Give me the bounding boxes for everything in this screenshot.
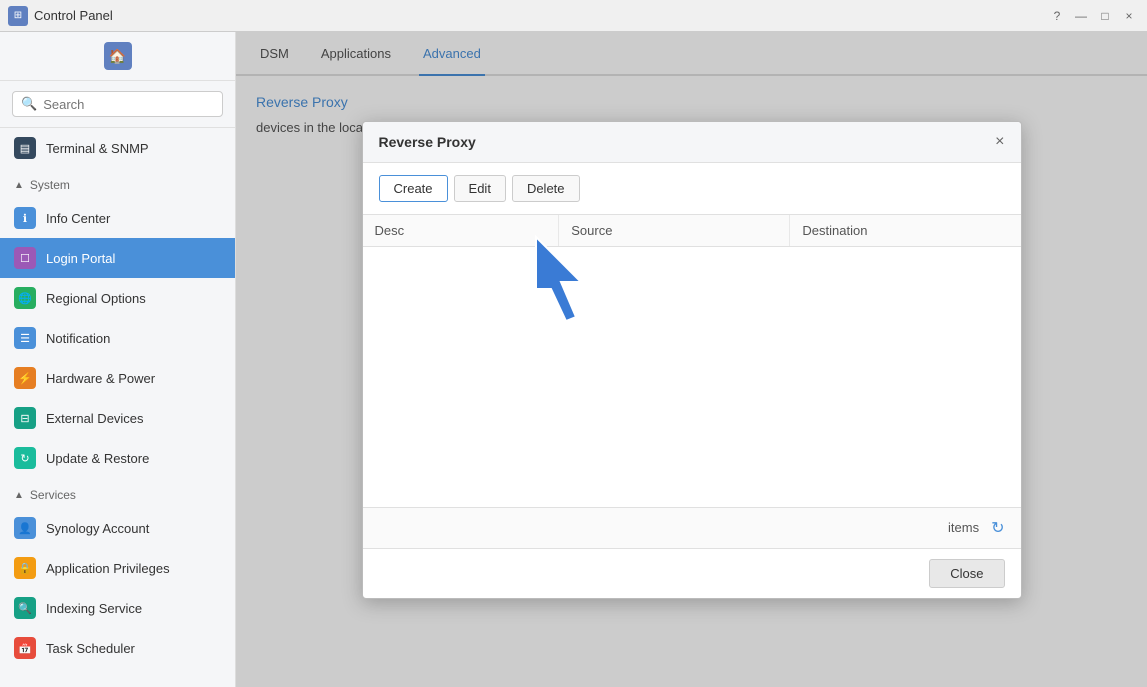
task-scheduler-icon: 📅: [14, 637, 36, 659]
sidebar-item-login-portal[interactable]: ☐ Login Portal: [0, 238, 235, 278]
task-scheduler-label: Task Scheduler: [46, 641, 135, 656]
titlebar-controls: ? — □ ×: [1047, 6, 1139, 26]
indexing-service-label: Indexing Service: [46, 601, 142, 616]
section-system[interactable]: ▲ System: [0, 168, 235, 198]
regional-options-label: Regional Options: [46, 291, 146, 306]
sidebar: 🏠 🔍 ▤ Terminal & SNMP ▲ System ℹ Info Ce…: [0, 32, 236, 687]
sidebar-item-notification[interactable]: ☰ Notification: [0, 318, 235, 358]
search-input[interactable]: [43, 97, 214, 112]
col-header-desc: Desc: [363, 215, 560, 246]
main-content: DSM Applications Advanced Reverse Proxy …: [236, 32, 1147, 687]
update-restore-label: Update & Restore: [46, 451, 149, 466]
modal-action-bar: Close: [363, 548, 1021, 598]
col-header-source: Source: [559, 215, 790, 246]
modal-footer: items ↻: [363, 507, 1021, 548]
login-portal-icon: ☐: [14, 247, 36, 269]
minimize-button[interactable]: —: [1071, 6, 1091, 26]
app-privileges-label: Application Privileges: [46, 561, 170, 576]
sidebar-item-application-privileges[interactable]: 🔒 Application Privileges: [0, 548, 235, 588]
titlebar-title: Control Panel: [34, 8, 113, 23]
app-container: 🏠 🔍 ▤ Terminal & SNMP ▲ System ℹ Info Ce…: [0, 32, 1147, 687]
hardware-power-label: Hardware & Power: [46, 371, 155, 386]
titlebar-left: ⊞ Control Panel: [8, 6, 113, 26]
table-header: Desc Source Destination: [363, 215, 1021, 247]
external-devices-icon: ⊟: [14, 407, 36, 429]
login-portal-label: Login Portal: [46, 251, 115, 266]
modal-title: Reverse Proxy: [379, 134, 476, 150]
app-privileges-icon: 🔒: [14, 557, 36, 579]
notification-label: Notification: [46, 331, 110, 346]
section-system-label: System: [30, 178, 70, 192]
regional-options-icon: 🌐: [14, 287, 36, 309]
update-restore-icon: ↻: [14, 447, 36, 469]
section-services[interactable]: ▲ Services: [0, 478, 235, 508]
search-icon: 🔍: [21, 96, 37, 112]
close-window-button[interactable]: ×: [1119, 6, 1139, 26]
notification-icon: ☰: [14, 327, 36, 349]
sidebar-search: 🔍: [0, 81, 235, 128]
sidebar-item-update-restore[interactable]: ↻ Update & Restore: [0, 438, 235, 478]
modal-table: Desc Source Destination: [363, 215, 1021, 507]
sidebar-item-regional-options[interactable]: 🌐 Regional Options: [0, 278, 235, 318]
sidebar-item-hardware-power[interactable]: ⚡ Hardware & Power: [0, 358, 235, 398]
footer-right: items ↻: [948, 518, 1004, 538]
terminal-snmp-label: Terminal & SNMP: [46, 141, 149, 156]
close-button[interactable]: Close: [929, 559, 1004, 588]
col-header-destination: Destination: [790, 215, 1020, 246]
section-services-label: Services: [30, 488, 76, 502]
synology-account-label: Synology Account: [46, 521, 149, 536]
sidebar-item-external-devices[interactable]: ⊟ External Devices: [0, 398, 235, 438]
modal-close-button[interactable]: ×: [995, 134, 1004, 150]
table-body: [363, 247, 1021, 507]
hardware-power-icon: ⚡: [14, 367, 36, 389]
services-chevron-icon: ▲: [14, 490, 24, 501]
delete-button[interactable]: Delete: [512, 175, 580, 202]
edit-button[interactable]: Edit: [454, 175, 506, 202]
modal-header: Reverse Proxy ×: [363, 122, 1021, 163]
terminal-icon: ▤: [14, 137, 36, 159]
search-box: 🔍: [12, 91, 223, 117]
indexing-service-icon: 🔍: [14, 597, 36, 619]
help-button[interactable]: ?: [1047, 6, 1067, 26]
modal-toolbar: Create Edit Delete: [363, 163, 1021, 215]
sidebar-item-synology-account[interactable]: 👤 Synology Account: [0, 508, 235, 548]
synology-account-icon: 👤: [14, 517, 36, 539]
sidebar-item-indexing-service[interactable]: 🔍 Indexing Service: [0, 588, 235, 628]
sidebar-item-task-scheduler[interactable]: 📅 Task Scheduler: [0, 628, 235, 668]
app-icon: ⊞: [8, 6, 28, 26]
maximize-button[interactable]: □: [1095, 6, 1115, 26]
home-button[interactable]: 🏠: [0, 32, 235, 81]
modal-overlay: Reverse Proxy × Create Edit Delete Desc …: [236, 32, 1147, 687]
sidebar-item-info-center[interactable]: ℹ Info Center: [0, 198, 235, 238]
external-devices-label: External Devices: [46, 411, 144, 426]
info-center-icon: ℹ: [14, 207, 36, 229]
modal-dialog: Reverse Proxy × Create Edit Delete Desc …: [362, 121, 1022, 599]
chevron-icon: ▲: [14, 180, 24, 191]
refresh-button[interactable]: ↻: [991, 518, 1004, 538]
info-center-label: Info Center: [46, 211, 110, 226]
items-label: items: [948, 520, 979, 535]
sidebar-item-terminal-snmp[interactable]: ▤ Terminal & SNMP: [0, 128, 235, 168]
create-button[interactable]: Create: [379, 175, 448, 202]
home-icon[interactable]: 🏠: [104, 42, 132, 70]
titlebar: ⊞ Control Panel ? — □ ×: [0, 0, 1147, 32]
